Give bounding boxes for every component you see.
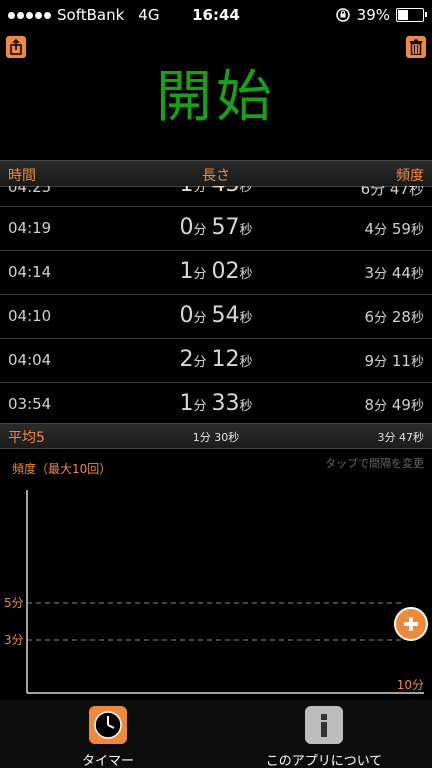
unit-sec: 秒 bbox=[410, 399, 424, 414]
table-row[interactable]: 04:19 0分 57秒 4分 59秒 bbox=[0, 207, 432, 251]
row-frequency: 9分 11秒 bbox=[365, 351, 424, 370]
table-header: 時間 長さ 頻度 bbox=[0, 160, 432, 187]
row-freq-sec: 59 bbox=[391, 220, 411, 238]
row-freq-min: 4 bbox=[364, 220, 375, 238]
unit-sec: 秒 bbox=[410, 223, 424, 238]
unit-min: 分 bbox=[193, 311, 207, 326]
row-length-sec: 12 bbox=[211, 347, 240, 372]
tab-bar: タイマー このアプリについて bbox=[0, 700, 432, 768]
unit-sec: 秒 bbox=[239, 267, 253, 282]
row-length-min: 2 bbox=[179, 347, 194, 372]
row-length-sec: 02 bbox=[211, 259, 240, 284]
trash-icon bbox=[410, 39, 422, 55]
unit-min: 分 bbox=[193, 267, 207, 282]
chart-hint: タップで間隔を変更 bbox=[325, 457, 424, 470]
unit-min: 分 bbox=[193, 186, 207, 195]
row-length-sec: 33 bbox=[211, 391, 240, 416]
battery-icon bbox=[396, 8, 427, 22]
unit-min: 分 bbox=[374, 311, 388, 326]
battery-percent: 39% bbox=[356, 6, 390, 24]
status-right: 39% bbox=[335, 6, 427, 24]
status-bar: SoftBank 4G 16:44 39% bbox=[0, 0, 432, 32]
unit-sec: 秒 bbox=[239, 311, 253, 326]
unit-min: 分 bbox=[374, 399, 388, 414]
average-length: 1分 30秒 bbox=[192, 431, 240, 444]
unit-sec: 秒 bbox=[239, 223, 253, 238]
share-button[interactable] bbox=[6, 36, 26, 58]
row-freq-sec: 11 bbox=[391, 352, 411, 370]
x-tick-10min: 10分 bbox=[396, 678, 424, 692]
chart-title: 頻度（最大10回） bbox=[12, 462, 112, 476]
unit-min: 分 bbox=[374, 223, 388, 238]
row-frequency: 6分 47秒 bbox=[360, 186, 424, 198]
row-frequency: 4分 59秒 bbox=[365, 219, 424, 238]
contraction-list[interactable]: 04:25 1分 43秒 6分 47秒 04:19 0分 57秒 4分 59秒 … bbox=[0, 186, 432, 422]
table-row[interactable]: 03:54 1分 33秒 8分 49秒 bbox=[0, 383, 432, 422]
table-row[interactable]: 04:04 2分 12秒 9分 11秒 bbox=[0, 339, 432, 383]
app-screen: SoftBank 4G 16:44 39% 開始 時間 長さ 頻度 04:25 … bbox=[0, 0, 432, 768]
row-frequency: 8分 49秒 bbox=[365, 395, 424, 414]
unit-sec: 秒 bbox=[239, 399, 253, 414]
unit-sec: 秒 bbox=[410, 311, 424, 326]
info-icon bbox=[321, 714, 327, 737]
tab-about-icon-wrap bbox=[305, 706, 343, 744]
row-frequency: 6分 28秒 bbox=[365, 307, 424, 326]
unit-sec: 秒 bbox=[239, 355, 253, 370]
unit-min: 分 bbox=[193, 223, 207, 238]
row-length-min: 0 bbox=[179, 215, 194, 240]
unit-min: 分 bbox=[193, 355, 207, 370]
row-freq-min: 6 bbox=[364, 308, 375, 326]
unit-sec: 秒 bbox=[239, 186, 253, 195]
tab-timer-label: タイマー bbox=[81, 754, 134, 768]
tab-timer[interactable]: タイマー bbox=[28, 706, 188, 768]
tab-about[interactable]: このアプリについて bbox=[244, 706, 404, 768]
row-freq-min: 3 bbox=[364, 264, 375, 282]
col-frequency-header: 頻度 bbox=[396, 168, 424, 184]
delete-button[interactable] bbox=[406, 36, 426, 58]
tab-about-label: このアプリについて bbox=[265, 754, 383, 768]
row-freq-sec: 49 bbox=[391, 396, 411, 414]
table-row[interactable]: 04:10 0分 54秒 6分 28秒 bbox=[0, 295, 432, 339]
unit-sec: 秒 bbox=[410, 267, 424, 282]
col-length-header: 長さ bbox=[202, 168, 230, 184]
rotation-lock-icon bbox=[335, 8, 350, 22]
row-frequency: 3分 44秒 bbox=[365, 263, 424, 282]
table-row[interactable]: 04:25 1分 43秒 6分 47秒 bbox=[0, 186, 432, 207]
tab-timer-icon-wrap bbox=[89, 706, 127, 744]
unit-min: 分 bbox=[193, 399, 207, 414]
frequency-chart[interactable] bbox=[0, 480, 432, 700]
unit-min: 分 bbox=[374, 267, 388, 282]
row-length-min: 0 bbox=[179, 303, 194, 328]
row-length-min: 1 bbox=[179, 391, 194, 416]
plus-icon bbox=[404, 617, 418, 631]
add-button[interactable] bbox=[394, 607, 428, 641]
y-tick-5min: 5分 bbox=[4, 596, 24, 610]
unit-min: 分 bbox=[374, 355, 388, 370]
start-button[interactable]: 開始 bbox=[0, 58, 432, 148]
row-length-sec: 54 bbox=[211, 303, 240, 328]
row-freq-min: 8 bbox=[364, 396, 375, 414]
clock-icon bbox=[94, 711, 122, 739]
row-length-min: 1 bbox=[179, 186, 193, 197]
row-length-min: 1 bbox=[179, 259, 194, 284]
average-frequency: 3分 47秒 bbox=[377, 431, 425, 444]
row-length-sec: 43 bbox=[212, 186, 240, 197]
row-freq-sec: 44 bbox=[391, 264, 411, 282]
row-freq-min: 9 bbox=[364, 352, 375, 370]
average-row: 平均5 1分 30秒 3分 47秒 bbox=[0, 423, 432, 449]
y-tick-3min: 3分 bbox=[4, 633, 24, 647]
row-freq-sec: 28 bbox=[391, 308, 411, 326]
table-row[interactable]: 04:14 1分 02秒 3分 44秒 bbox=[0, 251, 432, 295]
share-icon bbox=[10, 39, 22, 55]
unit-sec: 秒 bbox=[410, 355, 424, 370]
row-length-sec: 57 bbox=[211, 215, 240, 240]
